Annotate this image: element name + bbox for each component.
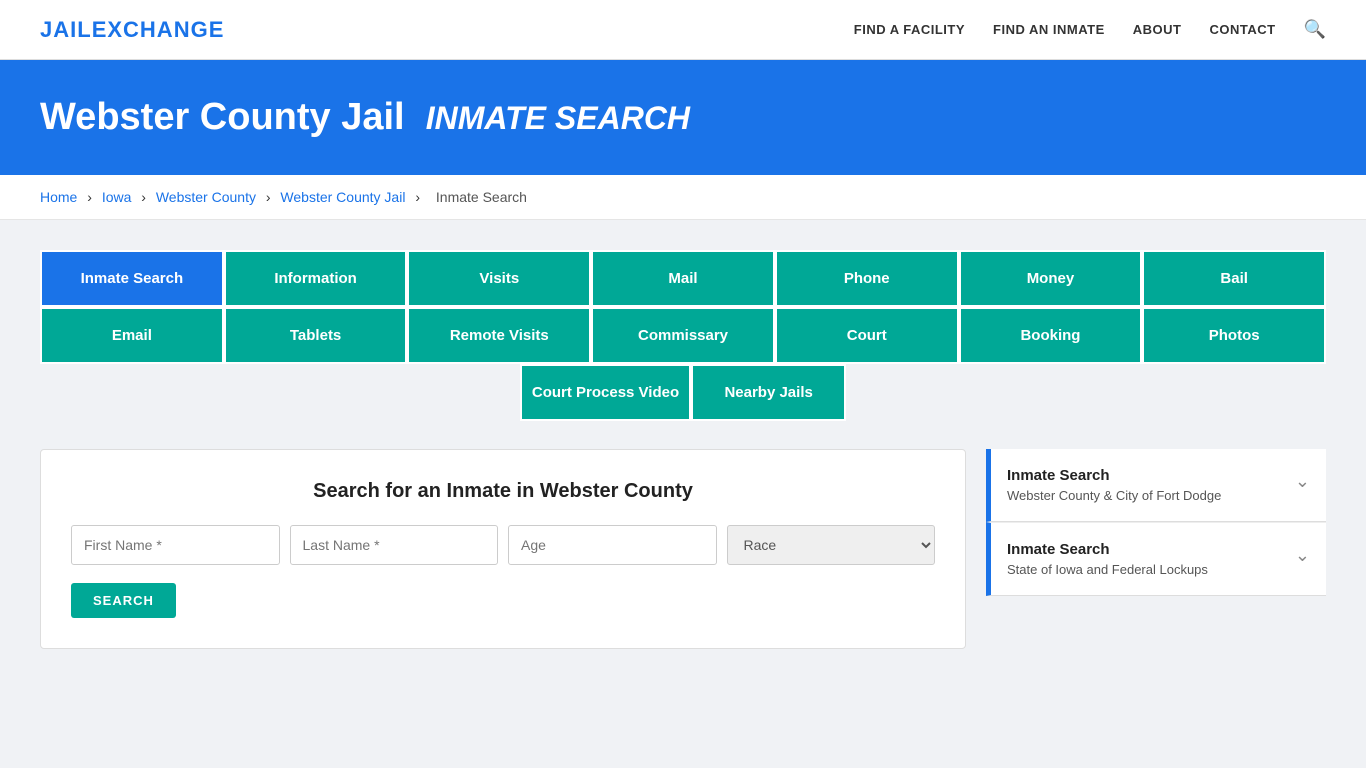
hero-title-italic: INMATE SEARCH [426,100,690,136]
sidebar-item-text-2: Inmate Search State of Iowa and Federal … [1007,541,1208,577]
sidebar-item-webster[interactable]: Inmate Search Webster County & City of F… [986,449,1326,522]
sidebar-item-title-1: Inmate Search [1007,467,1221,484]
tab-tablets[interactable]: Tablets [224,307,408,364]
tab-booking[interactable]: Booking [959,307,1143,364]
breadcrumb-sep-2: › [141,189,146,205]
tab-remote-visits[interactable]: Remote Visits [407,307,591,364]
breadcrumb-sep-1: › [87,189,92,205]
tabs-row-1: Inmate Search Information Visits Mail Ph… [40,250,1326,307]
tab-nearby-jails[interactable]: Nearby Jails [691,364,846,421]
sidebar: Inmate Search Webster County & City of F… [986,449,1326,596]
breadcrumb: Home › Iowa › Webster County › Webster C… [0,175,1366,220]
search-button[interactable]: SEARCH [71,583,176,618]
tabs-row-3: Court Process Video Nearby Jails [40,364,1326,421]
sidebar-item-subtitle-2: State of Iowa and Federal Lockups [1007,562,1208,577]
first-name-input[interactable] [71,525,280,565]
breadcrumb-webster-county-jail[interactable]: Webster County Jail [280,189,405,205]
logo[interactable]: JAILEXCHANGE [40,17,224,43]
tab-inmate-search[interactable]: Inmate Search [40,250,224,307]
nav-contact[interactable]: CONTACT [1209,22,1275,37]
tabs-row-2: Email Tablets Remote Visits Commissary C… [40,307,1326,364]
breadcrumb-home[interactable]: Home [40,189,77,205]
content-area: Search for an Inmate in Webster County R… [40,449,1326,649]
tabs-grid: Inmate Search Information Visits Mail Ph… [40,250,1326,421]
main-nav: FIND A FACILITY FIND AN INMATE ABOUT CON… [854,19,1326,40]
race-select[interactable]: Race White Black Hispanic Asian Other [727,525,936,565]
breadcrumb-sep-4: › [415,189,420,205]
breadcrumb-iowa[interactable]: Iowa [102,189,132,205]
tab-mail[interactable]: Mail [591,250,775,307]
chevron-down-icon-1: ⌄ [1295,471,1310,492]
nav-find-facility[interactable]: FIND A FACILITY [854,22,965,37]
search-form: Race White Black Hispanic Asian Other [71,525,935,565]
tab-visits[interactable]: Visits [407,250,591,307]
search-card-title: Search for an Inmate in Webster County [71,480,935,503]
sidebar-item-title-2: Inmate Search [1007,541,1208,558]
tab-bail[interactable]: Bail [1142,250,1326,307]
logo-jail: JAIL [40,17,92,42]
tab-money[interactable]: Money [959,250,1143,307]
last-name-input[interactable] [290,525,499,565]
chevron-down-icon-2: ⌄ [1295,545,1310,566]
logo-exchange: EXCHANGE [92,17,225,42]
breadcrumb-current: Inmate Search [436,189,527,205]
tab-phone[interactable]: Phone [775,250,959,307]
hero-banner: Webster County Jail INMATE SEARCH [0,60,1366,175]
search-card: Search for an Inmate in Webster County R… [40,449,966,649]
sidebar-item-subtitle-1: Webster County & City of Fort Dodge [1007,488,1221,503]
tab-photos[interactable]: Photos [1142,307,1326,364]
tab-court[interactable]: Court [775,307,959,364]
tab-commissary[interactable]: Commissary [591,307,775,364]
sidebar-item-iowa[interactable]: Inmate Search State of Iowa and Federal … [986,522,1326,596]
hero-title-main: Webster County Jail [40,96,405,138]
breadcrumb-sep-3: › [266,189,271,205]
search-icon-button[interactable]: 🔍 [1304,19,1326,40]
header: JAILEXCHANGE FIND A FACILITY FIND AN INM… [0,0,1366,60]
tab-court-process-video[interactable]: Court Process Video [520,364,691,421]
tab-information[interactable]: Information [224,250,408,307]
breadcrumb-webster-county[interactable]: Webster County [156,189,256,205]
age-input[interactable] [508,525,717,565]
nav-find-inmate[interactable]: FIND AN INMATE [993,22,1105,37]
tab-email[interactable]: Email [40,307,224,364]
main-content: Inmate Search Information Visits Mail Ph… [0,220,1366,679]
nav-about[interactable]: ABOUT [1133,22,1182,37]
sidebar-item-text-1: Inmate Search Webster County & City of F… [1007,467,1221,503]
